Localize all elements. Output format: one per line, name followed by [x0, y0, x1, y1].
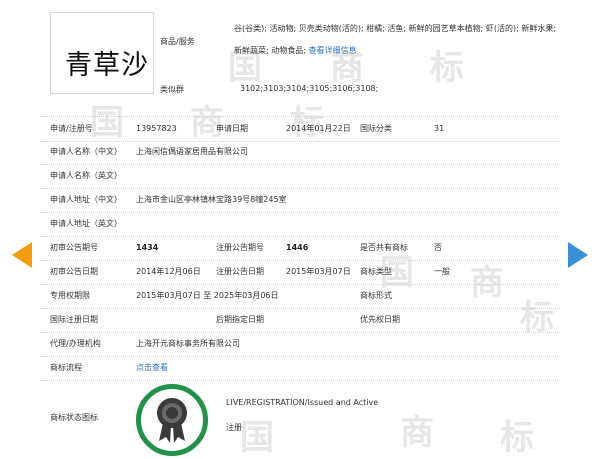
status-en: LIVE/REGISTRATION/Issued and Active [226, 398, 379, 407]
tm-form-label: 商标形式 [360, 291, 392, 300]
arrow-left-icon[interactable] [12, 242, 32, 268]
flow-label: 商标流程 [50, 363, 82, 372]
exclusive-value: 2015年03月07日 至 2025年03月06日 [136, 291, 279, 300]
reg-pub-date-value: 2015年03月07日 [286, 267, 351, 276]
trademark-image: 青草沙 [50, 12, 154, 94]
address-en-label: 申请人地址（英文） [50, 219, 122, 228]
intl-class-value: 31 [434, 124, 445, 133]
intl-class-label: 国际分类 [360, 124, 392, 133]
reg-pub-no-value: 1446 [286, 243, 309, 252]
shared-label: 是否共有商标 [360, 243, 408, 252]
exclusive-label: 专用权期限 [50, 291, 90, 300]
reg-no-value: 13957823 [136, 124, 177, 133]
table-row: 申请人地址（中文） 上海市金山区亭林镇林宝路39号8幢245室 [40, 188, 560, 213]
applicant-cn-value: 上海闲信偶语家居用品有限公司 [136, 147, 248, 156]
table-row: 申请人名称（英文） [40, 164, 560, 189]
address-cn-value: 上海市金山区亭林镇林宝路39号8幢245室 [136, 195, 287, 204]
reg-pub-no-label: 注册公告期号 [216, 243, 264, 252]
status-label: 商标状态图标 [50, 413, 98, 422]
similar-group-value: 3102;3103;3104;3105;3106;3108; [240, 84, 379, 93]
award-ribbon-icon [136, 384, 208, 456]
table-row: 专用权期限 2015年03月07日 至 2025年03月06日 商标形式 [40, 284, 560, 309]
prelim-date-value: 2014年12月06日 [136, 267, 201, 276]
table-row: 申请人地址（英文） [40, 212, 560, 237]
apply-date-value: 2014年01月22日 [286, 124, 351, 133]
later-date-label: 后期指定日期 [216, 315, 264, 324]
agent-value: 上海开元商标事务所有限公司 [136, 339, 240, 348]
table-row: 代理/办理机构 上海开元商标事务所有限公司 [40, 332, 560, 357]
table-row: 商标流程 点击查看 [40, 356, 560, 381]
goods-list: 谷(谷类); 活动物; 贝壳类动物(活的); 柑橘; 活鱼; 新鲜的园艺草本植物… [234, 18, 560, 62]
award-ribbon-graphic [157, 398, 187, 443]
status-cn: 注册 [226, 423, 242, 432]
reg-no-label: 申请/注册号 [50, 124, 93, 133]
goods-detail-link[interactable]: 查看详细信息 [308, 46, 356, 55]
shared-value: 否 [434, 243, 442, 252]
tm-type-value: 一般 [434, 267, 450, 276]
goods-text: 谷(谷类); 活动物; 贝壳类动物(活的); 柑橘; 活鱼; 新鲜的园艺草本植物… [234, 24, 557, 55]
address-cn-label: 申请人地址（中文） [50, 195, 122, 204]
trademark-detail-panel: 青草沙 商品/服务 谷(谷类); 活动物; 贝壳类动物(活的); 柑橘; 活鱼;… [40, 8, 560, 456]
goods-label: 商品/服务 [160, 37, 195, 46]
prelim-no-label: 初审公告期号 [50, 243, 98, 252]
priority-date-label: 优先权日期 [360, 315, 400, 324]
table-row: 商标状态图标 [40, 380, 560, 456]
table-row: 初审公告日期 2014年12月06日 注册公告日期 2015年03月07日 商标… [40, 260, 560, 285]
similar-group-label: 类似群 [160, 85, 184, 94]
reg-pub-date-label: 注册公告日期 [216, 267, 264, 276]
agent-label: 代理/办理机构 [50, 339, 101, 348]
prelim-no-value: 1434 [136, 243, 159, 252]
trademark-logo-text: 青草沙 [65, 50, 149, 81]
table-row: 国际注册日期 后期指定日期 优先权日期 [40, 308, 560, 333]
applicant-en-label: 申请人名称（英文） [50, 171, 122, 180]
apply-date-label: 申请日期 [216, 124, 248, 133]
arrow-right-icon[interactable] [568, 242, 588, 268]
flow-link[interactable]: 点击查看 [136, 356, 168, 380]
table-row: 申请人名称（中文） 上海闲信偶语家居用品有限公司 [40, 140, 560, 165]
applicant-cn-label: 申请人名称（中文） [50, 147, 122, 156]
prelim-date-label: 初审公告日期 [50, 267, 98, 276]
intl-reg-date-label: 国际注册日期 [50, 315, 98, 324]
table-row: 初审公告期号 1434 注册公告期号 1446 是否共有商标 否 [40, 236, 560, 261]
table-row: 申请/注册号 13957823 申请日期 2014年01月22日 国际分类 31 [40, 116, 560, 142]
tm-type-label: 商标类型 [360, 267, 392, 276]
